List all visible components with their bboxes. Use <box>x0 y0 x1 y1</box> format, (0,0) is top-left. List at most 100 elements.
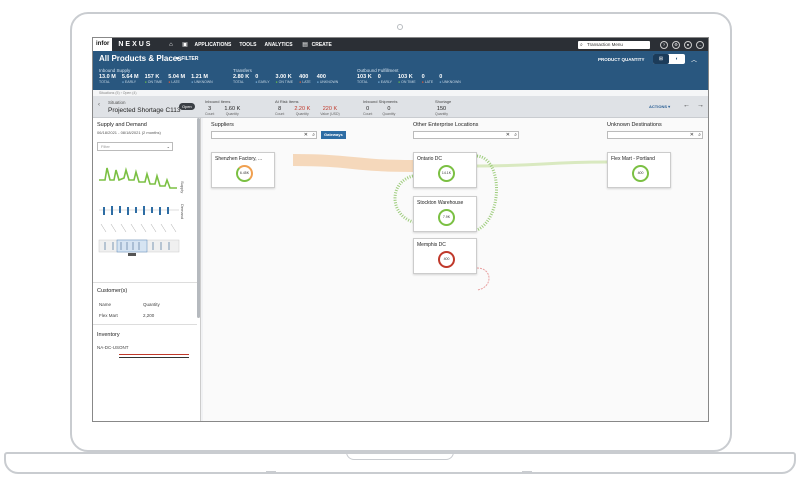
create-icon[interactable]: ▤ <box>301 41 310 48</box>
node-flex-mart-portland[interactable]: Flex Mart - Portland 400 <box>607 152 671 188</box>
metric-label: EARLY <box>378 80 392 84</box>
at-risk-items-box: At Risk Items 8 Count 2.20 K Quantity 220 K Va… <box>275 99 350 116</box>
flow-stockton-ontario <box>393 174 414 224</box>
back-chevron-icon[interactable]: ‹ <box>98 102 100 108</box>
product-quantity-label: PRODUCT QUANTITY <box>598 57 645 62</box>
node-shenzhen-factory[interactable]: Shenzhen Factory, ... 6.45K <box>211 152 275 188</box>
network-view-icon[interactable]: ⊞ <box>653 54 669 64</box>
stat-box-title: At Risk Items <box>275 99 299 104</box>
top-bar: infor NEXUS ⌂ ▣ APPLICATIONS TOOLS ANALY… <box>93 38 708 51</box>
metric-unknown[interactable]: 400UNKNOWN <box>317 74 339 84</box>
gateways-button[interactable]: Gateways <box>321 131 346 139</box>
supply-demand-chart: Supply Demand <box>98 166 185 256</box>
filter-select[interactable]: Filter ⌄ <box>97 142 173 151</box>
clear-icon[interactable]: ✕ <box>506 132 510 139</box>
demand-bars <box>103 206 169 215</box>
metric-group-transfers: Transfers 2.80 KTOTAL0EARLY3.00 KON TIME… <box>233 68 344 84</box>
nav-analytics[interactable]: ANALYTICS <box>264 42 292 48</box>
metric-total[interactable]: 103 K TOTAL <box>357 74 372 84</box>
map-view-icon[interactable]: ◐ <box>669 54 685 64</box>
page-title: All Products & Places <box>99 54 182 63</box>
metric-label: LATE <box>168 80 185 84</box>
user-icon[interactable]: ● <box>684 40 692 49</box>
nav-applications[interactable]: APPLICATIONS <box>194 42 231 48</box>
metric-on-time[interactable]: 3.00 KON TIME <box>276 74 294 84</box>
laptop-foot <box>522 471 532 473</box>
help-icon[interactable]: ? <box>660 40 668 49</box>
stat-cell: 0 Quantity <box>382 106 395 116</box>
filter-button[interactable]: ▼ FILTER <box>175 56 198 62</box>
clear-icon[interactable]: ✕ <box>304 132 308 139</box>
metric-late[interactable]: 400LATE <box>299 74 311 84</box>
node-stockton-warehouse[interactable]: Stockton Warehouse 7.9K <box>413 196 477 232</box>
locations-search-input[interactable]: ✕ ⌕ <box>413 131 519 139</box>
nav-tools[interactable]: TOOLS <box>239 42 256 48</box>
metric-early[interactable]: 0EARLY <box>255 74 269 84</box>
stat-label: Count <box>205 112 215 116</box>
quantity-ring: 400 <box>632 165 649 182</box>
customer-name[interactable]: Flex Mart <box>99 313 118 318</box>
logout-icon[interactable]: → <box>696 40 704 49</box>
laptop-foot <box>266 471 276 473</box>
next-arrow-icon[interactable]: → <box>697 102 704 109</box>
chevron-down-icon: ⌄ <box>166 144 170 149</box>
actions-menu[interactable]: ACTIONS ▾ <box>649 104 670 109</box>
suppliers-search-input[interactable]: ✕ ⌕ <box>211 131 317 139</box>
node-ontario-dc[interactable]: Ontario DC 14.1K <box>413 152 477 188</box>
metric-label: UNKNOWN <box>317 80 338 84</box>
metric-on-time[interactable]: 103 KON TIME <box>398 74 416 84</box>
metric-early[interactable]: 5.64 MEARLY <box>122 74 139 84</box>
settings-icon[interactable]: ⚙ <box>672 40 680 49</box>
search-value: Transaction Menu <box>587 41 623 47</box>
metric-late[interactable]: 5.04 MLATE <box>168 74 185 84</box>
summary-header: All Products & Places ▼ FILTER PRODUCT Q… <box>93 51 708 90</box>
inventory-item[interactable]: NA-DC-USONT <box>97 345 129 350</box>
metric-label: ON TIME <box>145 80 163 84</box>
clear-icon[interactable]: ✕ <box>690 132 694 139</box>
metric-late[interactable]: 0LATE <box>422 74 434 84</box>
panel-title: Supply and Demand <box>97 122 147 128</box>
metric-label: UNKNOWN <box>191 80 212 84</box>
home-icon[interactable]: ⌂ <box>166 42 175 48</box>
search-icon[interactable]: ⌕ <box>698 132 701 139</box>
metric-total[interactable]: 2.80 K TOTAL <box>233 74 249 84</box>
date-range: 06/18/2021 - 08/18/2021 (2 months) <box>97 130 161 135</box>
metric-early[interactable]: 0EARLY <box>378 74 392 84</box>
metric-total[interactable]: 13.0 M TOTAL <box>99 74 116 84</box>
quantity-ring: 14.1K <box>438 165 455 182</box>
search-icon[interactable]: ⌕ <box>514 132 517 139</box>
stat-label: Quantity <box>435 112 449 116</box>
view-toggle[interactable]: ⊞ ◐ <box>653 54 685 64</box>
nav-create[interactable]: CREATE <box>312 42 332 48</box>
panel-scrollbar[interactable] <box>197 118 200 318</box>
metric-on-time[interactable]: 157 KON TIME <box>145 74 163 84</box>
stat-cell: 150 Quantity <box>435 106 448 116</box>
inventory-bar <box>119 357 189 358</box>
webcam-icon <box>397 24 403 30</box>
metric-label: EARLY <box>122 80 139 84</box>
metric-unknown[interactable]: 1.21 MUNKNOWN <box>191 74 213 84</box>
previous-arrow-icon[interactable]: ← <box>683 102 690 109</box>
destinations-search-input[interactable]: ✕ ⌕ <box>607 131 703 139</box>
stat-cell: 220 K Value (USD) <box>320 106 339 116</box>
infor-logo[interactable]: infor <box>93 38 113 51</box>
customer-qty: 2,200 <box>143 313 155 318</box>
situation-bar: ‹ Situation Projected Shortage C113 Open… <box>93 96 708 118</box>
unknown-destinations-header: Unknown Destinations <box>607 122 662 128</box>
stat-box-title: Inbound Items <box>205 99 231 104</box>
stat-label: Count <box>363 112 373 116</box>
stat-cell: 1.60 K Quantity <box>224 106 240 116</box>
metric-unknown[interactable]: 0UNKNOWN <box>439 74 461 84</box>
shortage-box: Shortage 150 Quantity <box>435 99 458 116</box>
stat-cell: 8 Count <box>275 106 284 116</box>
clipboard-icon[interactable]: ▣ <box>180 41 189 48</box>
metric-label: LATE <box>299 80 311 84</box>
search-icon[interactable]: ⌕ <box>312 132 315 139</box>
transaction-search-input[interactable]: ⌕ Transaction Menu <box>578 40 650 49</box>
collapse-icon[interactable]: ︿ <box>691 55 697 64</box>
node-memphis-dc[interactable]: Memphis DC 400 <box>413 238 477 274</box>
situation-name: Projected Shortage C113 <box>108 107 181 114</box>
divider <box>93 282 197 283</box>
stat-box-title: Inbound Shipments <box>363 99 398 104</box>
demand-axis-label: Demand <box>180 204 185 219</box>
